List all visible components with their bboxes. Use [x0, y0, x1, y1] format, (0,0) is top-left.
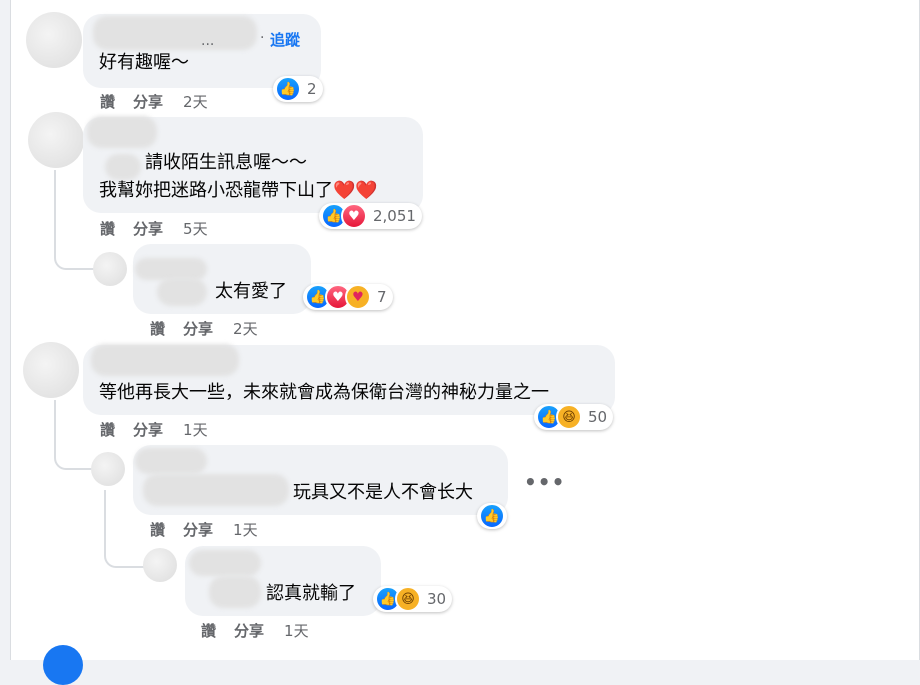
reply-thread-line: [54, 400, 94, 470]
like-button[interactable]: 讚: [100, 93, 115, 111]
like-button[interactable]: 讚: [150, 320, 165, 338]
commenter-name-redacted[interactable]: [91, 344, 239, 376]
avatar[interactable]: [23, 342, 79, 398]
share-button[interactable]: 分享: [133, 93, 163, 111]
avatar[interactable]: [91, 452, 125, 486]
commenter-name-redacted[interactable]: [93, 16, 257, 50]
commenter-name-redacted[interactable]: [135, 258, 207, 280]
reply-actions: 讚分享 1天: [201, 620, 327, 641]
commenter-name-redacted[interactable]: [135, 448, 207, 474]
avatar[interactable]: [143, 548, 177, 582]
reaction-summary[interactable]: 👍 ♥ 2,051: [319, 203, 422, 229]
timestamp[interactable]: 2天: [183, 93, 208, 111]
reaction-count: 30: [427, 590, 447, 608]
user-avatar[interactable]: [43, 645, 83, 685]
reply-text: 認真就輸了: [266, 583, 356, 604]
love-icon: ♥: [341, 203, 367, 229]
haha-icon: 😆: [395, 586, 421, 612]
commenter-name-redacted[interactable]: [87, 116, 157, 148]
reply-actions: 讚分享 1天: [150, 519, 276, 540]
care-icon: ♥: [345, 284, 371, 310]
reaction-count: 2,051: [373, 207, 416, 225]
share-button[interactable]: 分享: [133, 421, 163, 439]
comment-actions: 讚分享 5天: [100, 218, 226, 239]
like-icon: 👍: [479, 503, 505, 529]
comment-text: 等他再長大一些，未來就會成為保衛台灣的神秘力量之一: [99, 382, 549, 403]
haha-icon: 😆: [556, 404, 582, 430]
commenter-name-redacted: [209, 576, 261, 608]
comment-text-line1: 請收陌生訊息喔～～: [145, 152, 307, 173]
timestamp[interactable]: 2天: [233, 320, 258, 338]
comment-text-line2: 我幫妳把迷路小恐龍帶下山了❤️❤️: [99, 180, 378, 201]
reply-actions: 讚分享 2天: [150, 318, 276, 339]
reply-text: 玩具又不是人不會长大: [293, 482, 473, 503]
timestamp[interactable]: 5天: [183, 220, 208, 238]
reaction-summary[interactable]: 👍 😆 50: [534, 404, 614, 430]
reaction-summary[interactable]: 👍: [477, 503, 507, 529]
commenter-name-redacted: [105, 154, 141, 180]
timestamp[interactable]: 1天: [183, 421, 208, 439]
follow-separator: ·: [260, 30, 265, 46]
avatar[interactable]: [93, 252, 127, 286]
timestamp[interactable]: 1天: [233, 521, 258, 539]
reaction-summary[interactable]: 👍 ♥ ♥ 7: [303, 284, 393, 310]
reply-text: 太有愛了: [215, 281, 287, 302]
reaction-count: 2: [307, 80, 317, 98]
commenter-name-redacted[interactable]: [189, 550, 261, 576]
timestamp[interactable]: 1天: [284, 622, 309, 640]
like-button[interactable]: 讚: [201, 622, 216, 640]
avatar[interactable]: [28, 112, 84, 168]
reaction-count: 7: [377, 288, 387, 306]
comment-text: 好有趣喔～: [99, 52, 189, 73]
share-button[interactable]: 分享: [133, 220, 163, 238]
reaction-summary[interactable]: 👍 😆 30: [373, 586, 453, 612]
share-button[interactable]: 分享: [183, 521, 213, 539]
like-button[interactable]: 讚: [100, 220, 115, 238]
name-ellipsis: ...: [201, 33, 215, 49]
comment-actions: 讚分享 2天: [100, 91, 226, 112]
more-options-icon[interactable]: •••: [524, 470, 565, 494]
share-button[interactable]: 分享: [183, 320, 213, 338]
reply-thread-line: [54, 170, 94, 270]
heart-emoji: ❤️❤️: [333, 180, 378, 201]
commenter-name-redacted: [157, 278, 207, 306]
like-icon: 👍: [275, 76, 301, 102]
like-button[interactable]: 讚: [100, 421, 115, 439]
share-button[interactable]: 分享: [234, 622, 264, 640]
follow-link[interactable]: 追蹤: [270, 29, 300, 50]
reaction-count: 50: [588, 408, 608, 426]
like-button[interactable]: 讚: [150, 521, 165, 539]
comment-actions: 讚分享 1天: [100, 419, 226, 440]
avatar[interactable]: [26, 12, 82, 68]
comments-panel: ... · 追蹤 好有趣喔～ 👍 2 讚分享 2天 請收陌生訊息喔～～ 我幫妳把迷…: [10, 0, 920, 685]
commenter-name-redacted: [143, 474, 289, 506]
reaction-summary[interactable]: 👍 2: [273, 76, 323, 102]
